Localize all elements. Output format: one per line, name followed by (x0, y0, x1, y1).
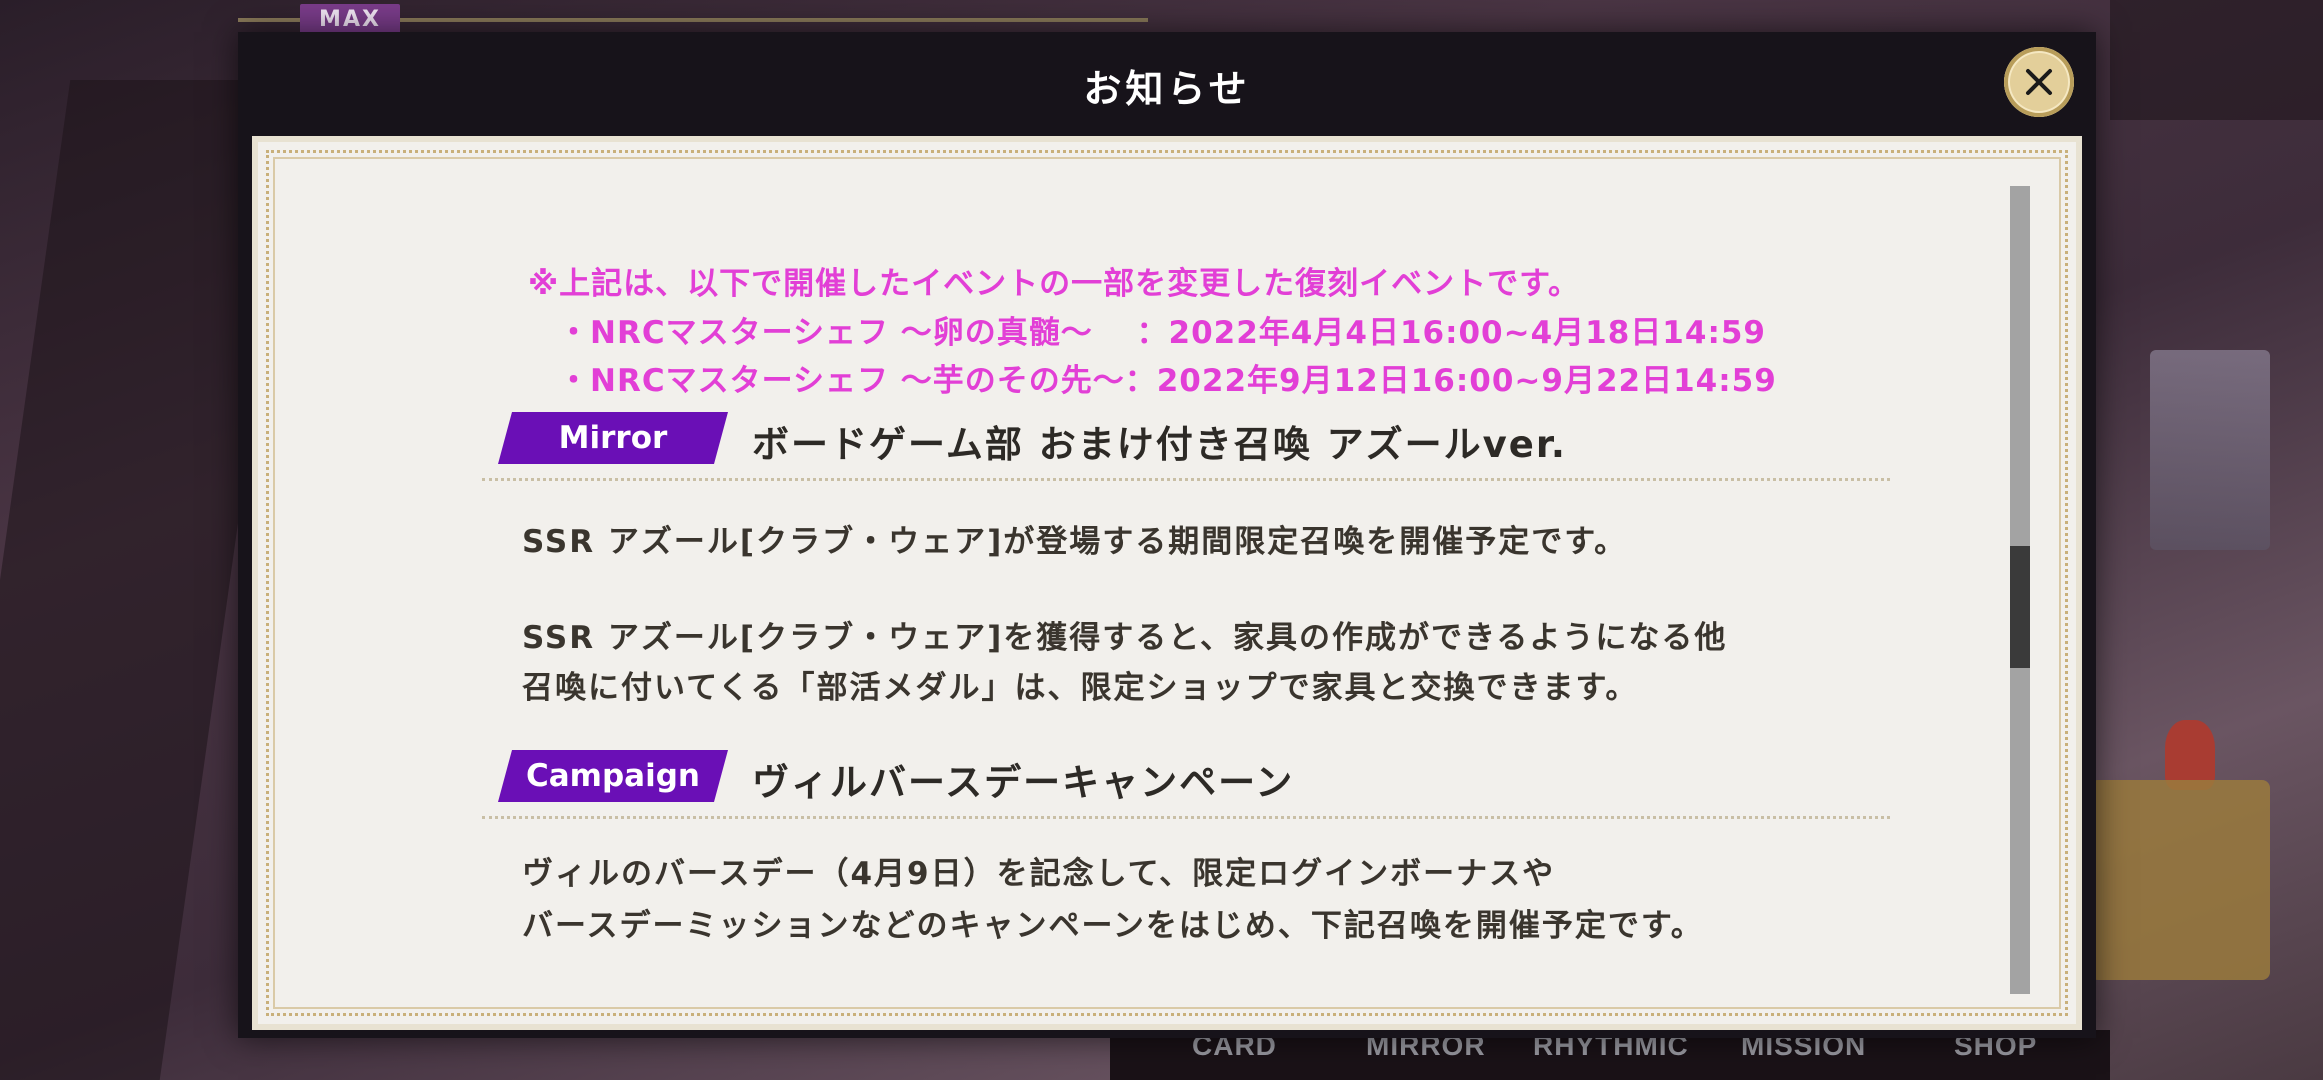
section-body-line: ヴィルのバースデー（4月9日）を記念して、限定ログインボーナスや (522, 856, 1556, 892)
section-body-line: SSR アズール[クラブ・ウェア]を獲得すると、家具の作成ができるようになる他 (522, 620, 1728, 656)
notice-modal: お知らせ ※上記は、以下で開催したイベントの一部を変更した復刻イベントです。 ・… (238, 32, 2096, 1038)
notice-content[interactable]: ※上記は、以下で開催したイベントの一部を変更した復刻イベントです。 ・NRCマス… (252, 136, 2082, 1030)
section-body-line: SSR アズール[クラブ・ウェア]が登場する期間限定召喚を開催予定です。 (522, 524, 1628, 560)
section-title-campaign: ヴィルバースデーキャンペーン (752, 761, 1295, 804)
scrollbar-thumb[interactable] (2010, 546, 2030, 668)
background-chest (2090, 780, 2270, 980)
background-beam (2110, 0, 2323, 120)
section-title-mirror: ボードゲーム部 おまけ付き召喚 アズールver. (752, 423, 1567, 466)
section-body-line: 召喚に付いてくる「部活メダル」は、限定ショップで家具と交換できます。 (522, 670, 1639, 706)
background-window (2150, 350, 2270, 550)
section-tag-campaign: Campaign (498, 750, 728, 802)
reprint-note: ※上記は、以下で開催したイベントの一部を変更した復刻イベントです。 (528, 266, 1581, 302)
section-divider (482, 816, 1890, 819)
section-divider (482, 478, 1890, 481)
modal-title: お知らせ (1083, 67, 1251, 111)
section-body-line: バースデーミッションなどのキャンペーンをはじめ、下記召喚を開催予定です。 (522, 908, 1704, 944)
scrollbar[interactable] (2010, 186, 2030, 994)
section-tag-mirror: Mirror (498, 412, 728, 464)
reprint-event-1: ・NRCマスターシェフ ～卵の真髄～ ：2022年4月4日16:00~4月18日… (558, 315, 1766, 351)
max-badge: MAX (300, 4, 400, 34)
close-icon (2026, 69, 2052, 95)
reprint-event-2: ・NRCマスターシェフ ～芋のその先～：2022年9月12日16:00~9月22… (558, 363, 1777, 399)
close-button[interactable] (2004, 47, 2074, 117)
modal-header: お知らせ (238, 32, 2096, 132)
